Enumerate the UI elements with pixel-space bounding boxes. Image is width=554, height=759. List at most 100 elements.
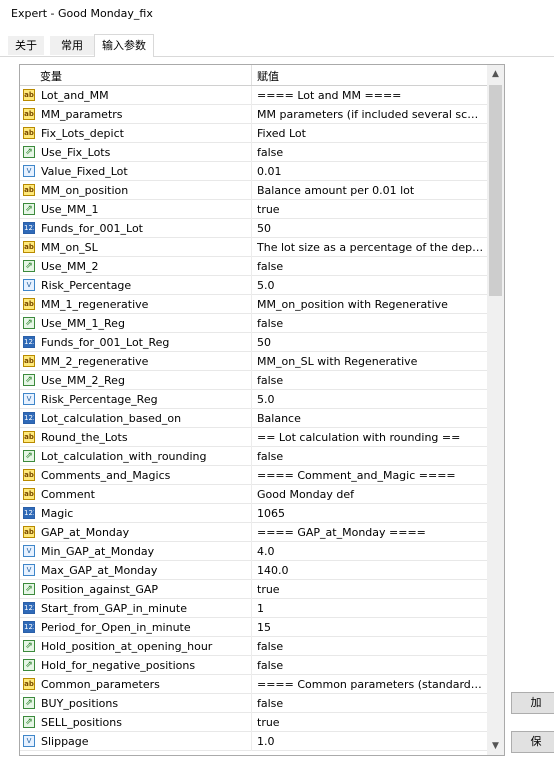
parameter-value[interactable]: The lot size as a percentage of the depo… bbox=[257, 241, 485, 254]
parameter-value[interactable]: Good Monday def bbox=[257, 488, 485, 501]
tab-common[interactable]: 常用 bbox=[50, 36, 94, 55]
parameter-value[interactable]: false bbox=[257, 659, 485, 672]
table-row[interactable]: ⇗ BUY_positions false bbox=[20, 694, 487, 713]
parameter-value[interactable]: true bbox=[257, 716, 485, 729]
string-type-icon: ab bbox=[23, 89, 35, 101]
parameter-value[interactable]: ==== Common parameters (standard pi... bbox=[257, 678, 485, 691]
string-type-icon: ab bbox=[23, 241, 35, 253]
parameter-value[interactable]: false bbox=[257, 697, 485, 710]
scroll-down-icon[interactable]: ▼ bbox=[487, 737, 504, 755]
table-row[interactable]: 123 Start_from_GAP_in_minute 1 bbox=[20, 599, 487, 618]
table-row[interactable]: V Risk_Percentage_Reg 5.0 bbox=[20, 390, 487, 409]
table-row[interactable]: V Value_Fixed_Lot 0.01 bbox=[20, 162, 487, 181]
parameter-name: MM_2_regenerative bbox=[41, 355, 149, 368]
table-row[interactable]: ⇗ Hold_for_negative_positions false bbox=[20, 656, 487, 675]
parameter-value[interactable]: true bbox=[257, 583, 485, 596]
table-row[interactable]: ab Fix_Lots_depict Fixed Lot bbox=[20, 124, 487, 143]
vertical-scrollbar[interactable]: ▲ ▼ bbox=[487, 65, 504, 755]
cell-divider bbox=[251, 656, 252, 675]
parameter-value[interactable]: Fixed Lot bbox=[257, 127, 485, 140]
table-row[interactable]: ab Lot_and_MM ==== Lot and MM ==== bbox=[20, 86, 487, 105]
table-row[interactable]: 123 Magic 1065 bbox=[20, 504, 487, 523]
cell-divider bbox=[251, 409, 252, 428]
save-button[interactable]: 保 bbox=[511, 731, 554, 753]
tab-inputs[interactable]: 输入参数 bbox=[94, 34, 154, 57]
parameter-value[interactable]: false bbox=[257, 146, 485, 159]
table-row[interactable]: ⇗ Use_Fix_Lots false bbox=[20, 143, 487, 162]
table-row[interactable]: ⇗ Use_MM_2_Reg false bbox=[20, 371, 487, 390]
table-row[interactable]: V Max_GAP_at_Monday 140.0 bbox=[20, 561, 487, 580]
table-row[interactable]: ⇗ SELL_positions true bbox=[20, 713, 487, 732]
table-row[interactable]: 123 Funds_for_001_Lot 50 bbox=[20, 219, 487, 238]
cell-divider bbox=[251, 599, 252, 618]
table-row[interactable]: 123 Funds_for_001_Lot_Reg 50 bbox=[20, 333, 487, 352]
parameter-value[interactable]: false bbox=[257, 450, 485, 463]
table-row[interactable]: ⇗ Hold_position_at_opening_hour false bbox=[20, 637, 487, 656]
table-row[interactable]: ⇗ Lot_calculation_with_rounding false bbox=[20, 447, 487, 466]
parameter-value[interactable]: Balance bbox=[257, 412, 485, 425]
tab-about[interactable]: 关于 bbox=[8, 36, 44, 55]
table-row[interactable]: V Min_GAP_at_Monday 4.0 bbox=[20, 542, 487, 561]
table-row[interactable]: ⇗ Use_MM_1_Reg false bbox=[20, 314, 487, 333]
parameter-value[interactable]: 1 bbox=[257, 602, 485, 615]
parameter-value[interactable]: MM_on_SL with Regenerative bbox=[257, 355, 485, 368]
parameter-value[interactable]: ==== Lot and MM ==== bbox=[257, 89, 485, 102]
table-row[interactable]: ⇗ Use_MM_2 false bbox=[20, 257, 487, 276]
scroll-up-icon[interactable]: ▲ bbox=[487, 65, 504, 83]
scrollbar-thumb[interactable] bbox=[489, 85, 502, 296]
inputs-grid: 变量 赋值 ab Lot_and_MM ==== Lot and MM ==== ab… bbox=[19, 64, 505, 756]
table-row[interactable]: ab Comment Good Monday def bbox=[20, 485, 487, 504]
parameter-value[interactable]: false bbox=[257, 317, 485, 330]
parameter-name: MM_1_regenerative bbox=[41, 298, 149, 311]
table-row[interactable]: ⇗ Use_MM_1 true bbox=[20, 200, 487, 219]
cell-divider bbox=[251, 561, 252, 580]
parameter-value[interactable]: 15 bbox=[257, 621, 485, 634]
parameter-value[interactable]: 1.0 bbox=[257, 735, 485, 748]
table-row[interactable]: ab MM_on_position Balance amount per 0.01 … bbox=[20, 181, 487, 200]
table-row[interactable]: 123 Lot_calculation_based_on Balance bbox=[20, 409, 487, 428]
table-row[interactable]: V Slippage 1.0 bbox=[20, 732, 487, 751]
table-row[interactable]: ab Comments_and_Magics ==== Comment_and_Ma… bbox=[20, 466, 487, 485]
parameter-value[interactable]: 4.0 bbox=[257, 545, 485, 558]
string-type-icon: ab bbox=[23, 431, 35, 443]
parameter-value[interactable]: ==== Comment_and_Magic ==== bbox=[257, 469, 485, 482]
parameter-value[interactable]: 50 bbox=[257, 336, 485, 349]
column-header-variable[interactable]: 变量 bbox=[40, 68, 62, 84]
column-header-value[interactable]: 赋值 bbox=[257, 68, 279, 84]
string-type-icon: ab bbox=[23, 298, 35, 310]
table-row[interactable]: ab Common_parameters ==== Common parameter… bbox=[20, 675, 487, 694]
parameter-value[interactable]: 140.0 bbox=[257, 564, 485, 577]
parameter-value[interactable]: Balance amount per 0.01 lot bbox=[257, 184, 485, 197]
table-row[interactable]: ab Round_the_Lots == Lot calculation with … bbox=[20, 428, 487, 447]
parameter-value[interactable]: MM_on_position with Regenerative bbox=[257, 298, 485, 311]
column-divider[interactable] bbox=[251, 65, 252, 85]
parameter-value[interactable]: false bbox=[257, 374, 485, 387]
table-row[interactable]: ⇗ Position_against_GAP true bbox=[20, 580, 487, 599]
parameter-value[interactable]: ==== GAP_at_Monday ==== bbox=[257, 526, 485, 539]
parameter-name: Lot_calculation_based_on bbox=[41, 412, 182, 425]
bool-type-icon: ⇗ bbox=[23, 450, 35, 462]
table-row[interactable]: ab MM_1_regenerative MM_on_position with R… bbox=[20, 295, 487, 314]
table-row[interactable]: 123 Period_for_Open_in_minute 15 bbox=[20, 618, 487, 637]
table-row[interactable]: V Risk_Percentage 5.0 bbox=[20, 276, 487, 295]
parameter-name: Lot_and_MM bbox=[41, 89, 109, 102]
table-row[interactable]: ab GAP_at_Monday ==== GAP_at_Monday ==== bbox=[20, 523, 487, 542]
parameter-value[interactable]: false bbox=[257, 260, 485, 273]
parameter-value[interactable]: 1065 bbox=[257, 507, 485, 520]
grid-rows: ab Lot_and_MM ==== Lot and MM ==== ab MM_par… bbox=[20, 86, 487, 751]
table-row[interactable]: ab MM_parametrs MM parameters (if included… bbox=[20, 105, 487, 124]
cell-divider bbox=[251, 352, 252, 371]
title-bar: Expert - Good Monday_fix bbox=[0, 0, 554, 28]
load-button[interactable]: 加 bbox=[511, 692, 554, 714]
parameter-value[interactable]: 5.0 bbox=[257, 279, 485, 292]
parameter-value[interactable]: false bbox=[257, 640, 485, 653]
table-row[interactable]: ab MM_on_SL The lot size as a percentage o… bbox=[20, 238, 487, 257]
table-row[interactable]: ab MM_2_regenerative MM_on_SL with Regener… bbox=[20, 352, 487, 371]
parameter-value[interactable]: 0.01 bbox=[257, 165, 485, 178]
tab-strip: 关于 常用 输入参数 bbox=[0, 34, 554, 57]
parameter-value[interactable]: true bbox=[257, 203, 485, 216]
parameter-value[interactable]: 5.0 bbox=[257, 393, 485, 406]
parameter-value[interactable]: == Lot calculation with rounding == bbox=[257, 431, 485, 444]
parameter-value[interactable]: 50 bbox=[257, 222, 485, 235]
parameter-value[interactable]: MM parameters (if included several sche.… bbox=[257, 108, 485, 121]
